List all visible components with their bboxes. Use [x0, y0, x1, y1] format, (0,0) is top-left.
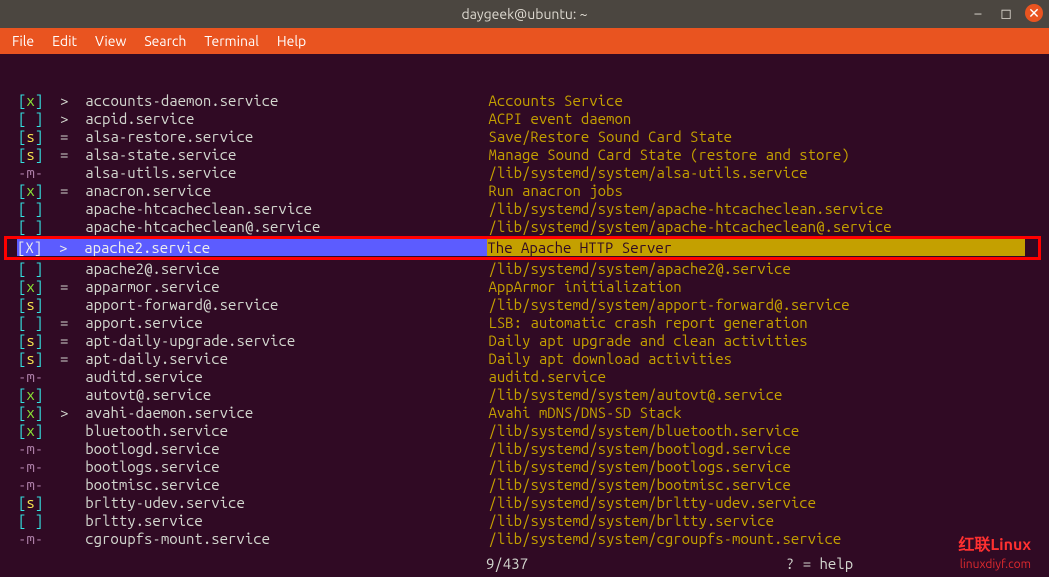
service-name: brltty-udev.service — [85, 494, 488, 511]
status-hint: ? = help — [528, 555, 1031, 573]
service-row[interactable]: [ ] = apport.service LSB: automatic cras… — [0, 314, 1049, 332]
service-row[interactable]: -m- auditd.service auditd.service — [0, 368, 1049, 386]
service-desc: /lib/systemd/system/bootmisc.service — [488, 476, 790, 493]
service-row[interactable]: [s] apport-forward@.service /lib/systemd… — [0, 296, 1049, 314]
window-titlebar: daygeek@ubuntu: ~ – ◻ ✕ — [0, 0, 1049, 28]
service-name: cgroupfs-mount.service — [85, 530, 488, 547]
service-desc: Daily apt upgrade and clean activities — [488, 332, 807, 349]
service-name: apport-forward@.service — [85, 296, 488, 313]
service-desc: /lib/systemd/system/brltty.service — [488, 512, 774, 529]
service-desc: /lib/systemd/system/autovt@.service — [488, 386, 782, 403]
service-row[interactable]: -m- cgroupfs-mount.service /lib/systemd/… — [0, 530, 1049, 548]
service-desc: AppArmor initialization — [488, 278, 681, 295]
service-row[interactable]: [s] = apt-daily-upgrade.service Daily ap… — [0, 332, 1049, 350]
menu-search[interactable]: Search — [144, 33, 186, 49]
service-name: anacron.service — [85, 182, 488, 199]
service-name: bootmisc.service — [85, 476, 488, 493]
service-desc: /lib/systemd/system/alsa-utils.service — [488, 164, 807, 181]
menu-help[interactable]: Help — [277, 33, 306, 49]
service-row[interactable]: [s] = alsa-restore.service Save/Restore … — [0, 128, 1049, 146]
service-row[interactable]: -m- bootlogd.service /lib/systemd/system… — [0, 440, 1049, 458]
highlighted-row[interactable]: [X] > apache2.service The Apache HTTP Se… — [4, 236, 1041, 260]
service-row[interactable]: [x] > accounts-daemon.service Accounts S… — [0, 92, 1049, 110]
service-name: apache2@.service — [85, 260, 488, 277]
service-row[interactable]: [x] bluetooth.service /lib/systemd/syste… — [0, 422, 1049, 440]
service-desc: Save/Restore Sound Card State — [488, 128, 732, 145]
service-name: accounts-daemon.service — [85, 92, 488, 109]
service-desc: auditd.service — [488, 368, 606, 385]
service-desc: /lib/systemd/system/brltty-udev.service — [488, 494, 816, 511]
service-row[interactable]: [ ] brltty.service /lib/systemd/system/b… — [0, 512, 1049, 530]
service-row[interactable]: [x] > avahi-daemon.service Avahi mDNS/DN… — [0, 404, 1049, 422]
service-name: alsa-utils.service — [85, 164, 488, 181]
service-desc: The Apache HTTP Server — [487, 239, 1025, 256]
service-desc: Manage Sound Card State (restore and sto… — [488, 146, 849, 163]
service-desc: /lib/systemd/system/apport-forward@.serv… — [488, 296, 849, 313]
service-name: brltty.service — [85, 512, 488, 529]
service-name: alsa-state.service — [85, 146, 488, 163]
service-row[interactable]: [s] brltty-udev.service /lib/systemd/sys… — [0, 494, 1049, 512]
service-desc: Avahi mDNS/DNS-SD Stack — [488, 404, 681, 421]
service-desc: Daily apt download activities — [488, 350, 732, 367]
service-name: apache-htcacheclean.service — [85, 200, 488, 217]
service-desc: /lib/systemd/system/bluetooth.service — [488, 422, 799, 439]
service-row[interactable]: -m- bootmisc.service /lib/systemd/system… — [0, 476, 1049, 494]
service-row[interactable]: [x] = apparmor.service AppArmor initiali… — [0, 278, 1049, 296]
service-row[interactable]: [x] = anacron.service Run anacron jobs — [0, 182, 1049, 200]
service-desc: Accounts Service — [488, 92, 622, 109]
service-row[interactable]: [ ] apache-htcacheclean@.service /lib/sy… — [0, 218, 1049, 236]
menu-view[interactable]: View — [95, 33, 126, 49]
service-row[interactable]: -m- alsa-utils.service /lib/systemd/syst… — [0, 164, 1049, 182]
menu-file[interactable]: File — [12, 33, 34, 49]
service-name: bootlogs.service — [85, 458, 488, 475]
watermark-line2: linuxdiyf.com — [960, 558, 1031, 571]
menu-edit[interactable]: Edit — [52, 33, 77, 49]
service-row[interactable]: -m- bootlogs.service /lib/systemd/system… — [0, 458, 1049, 476]
service-name: [X] > apache2.service — [17, 239, 487, 256]
service-row[interactable]: [ ] > acpid.service ACPI event daemon — [0, 110, 1049, 128]
service-desc: /lib/systemd/system/apache2@.service — [488, 260, 790, 277]
close-button[interactable]: ✕ — [1025, 4, 1043, 22]
maximize-button[interactable]: ◻ — [997, 4, 1015, 22]
service-desc: LSB: automatic crash report generation — [488, 314, 807, 331]
service-name: alsa-restore.service — [85, 128, 488, 145]
menu-bar: File Edit View Search Terminal Help — [0, 28, 1049, 54]
service-row[interactable]: [s] = alsa-state.service Manage Sound Ca… — [0, 146, 1049, 164]
minimize-button[interactable]: – — [969, 4, 987, 22]
service-desc: ACPI event daemon — [488, 110, 631, 127]
service-row[interactable]: [ ] apache2@.service /lib/systemd/system… — [0, 260, 1049, 278]
service-name: apparmor.service — [85, 278, 488, 295]
service-name: apache-htcacheclean@.service — [85, 218, 488, 235]
service-row[interactable]: [s] = apt-daily.service Daily apt downlo… — [0, 350, 1049, 368]
status-position: 9/437 — [18, 555, 528, 573]
terminal-area[interactable]: [x] > accounts-daemon.service Accounts S… — [0, 54, 1049, 577]
window-title: daygeek@ubuntu: ~ — [462, 6, 588, 22]
service-name: bluetooth.service — [85, 422, 488, 439]
service-name: apt-daily-upgrade.service — [85, 332, 488, 349]
service-name: avahi-daemon.service — [85, 404, 488, 421]
service-row[interactable]: [x] autovt@.service /lib/systemd/system/… — [0, 386, 1049, 404]
service-name: acpid.service — [85, 110, 488, 127]
watermark-line1: 红联Linux — [958, 531, 1031, 555]
menu-terminal[interactable]: Terminal — [204, 33, 259, 49]
service-desc: /lib/systemd/system/apache-htcacheclean@… — [488, 218, 891, 235]
service-name: auditd.service — [85, 368, 488, 385]
service-desc: Run anacron jobs — [488, 182, 622, 199]
service-name: bootlogd.service — [85, 440, 488, 457]
status-bar: 9/437 ? = help — [0, 555, 1049, 573]
service-desc: /lib/systemd/system/bootlogd.service — [488, 440, 790, 457]
service-desc: /lib/systemd/system/cgroupfs-mount.servi… — [488, 530, 841, 547]
service-row[interactable]: [ ] apache-htcacheclean.service /lib/sys… — [0, 200, 1049, 218]
service-name: autovt@.service — [85, 386, 488, 403]
service-name: apport.service — [85, 314, 488, 331]
service-desc: /lib/systemd/system/apache-htcacheclean.… — [488, 200, 883, 217]
service-name: apt-daily.service — [85, 350, 488, 367]
service-desc: /lib/systemd/system/bootlogs.service — [488, 458, 790, 475]
